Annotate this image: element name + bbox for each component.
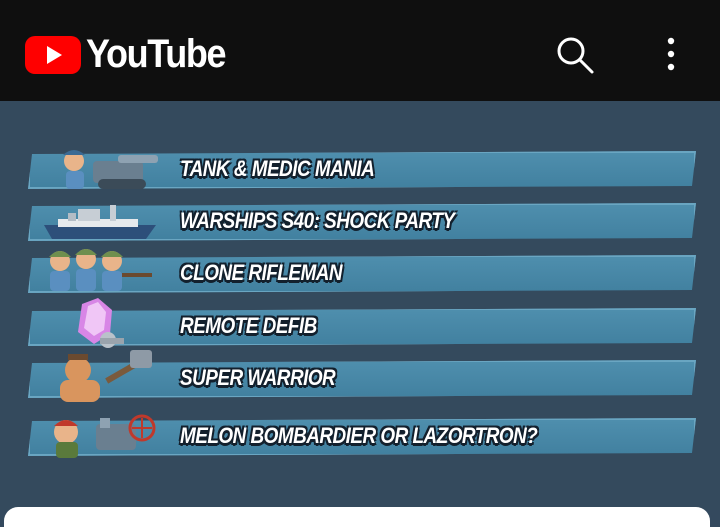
video-frame[interactable]: TANK & MEDIC MANIA WARSHIPS S40: SHOCK P… [0, 101, 720, 510]
bottom-sheet-edge [4, 507, 710, 527]
banner-label: MELON BOMBARDIER OR LAZORTRON? [180, 423, 538, 448]
banner-label: REMOTE DEFIB [180, 313, 317, 338]
banner-warships: WARSHIPS S40: SHOCK PARTY [0, 199, 720, 243]
crystal-icon [78, 298, 124, 348]
banner-tank-medic: TANK & MEDIC MANIA [0, 147, 720, 191]
top-app-bar: YouTube [0, 0, 720, 101]
bombardier-icon [54, 414, 156, 458]
youtube-wordmark[interactable]: YouTube [86, 32, 227, 76]
banner-super-warrior: SUPER WARRIOR [0, 350, 720, 402]
banner-label: WARSHIPS S40: SHOCK PARTY [180, 208, 455, 233]
banner-label: CLONE RIFLEMAN [180, 260, 343, 285]
warship-icon [44, 205, 156, 239]
banner-label: TANK & MEDIC MANIA [180, 156, 375, 181]
more-vertical-icon[interactable] [660, 35, 682, 75]
search-icon[interactable] [554, 34, 596, 76]
banner-melon-bombardier: MELON BOMBARDIER OR LAZORTRON? [0, 414, 720, 458]
banner-label: SUPER WARRIOR [180, 365, 336, 390]
riflemen-icon [49, 249, 152, 291]
banner-clone-rifleman: CLONE RIFLEMAN [0, 249, 720, 295]
tank-and-medic-icon [63, 150, 158, 189]
warrior-icon [60, 350, 152, 402]
youtube-logo-icon[interactable] [25, 36, 81, 74]
banner-remote-defib: REMOTE DEFIB [0, 298, 720, 348]
